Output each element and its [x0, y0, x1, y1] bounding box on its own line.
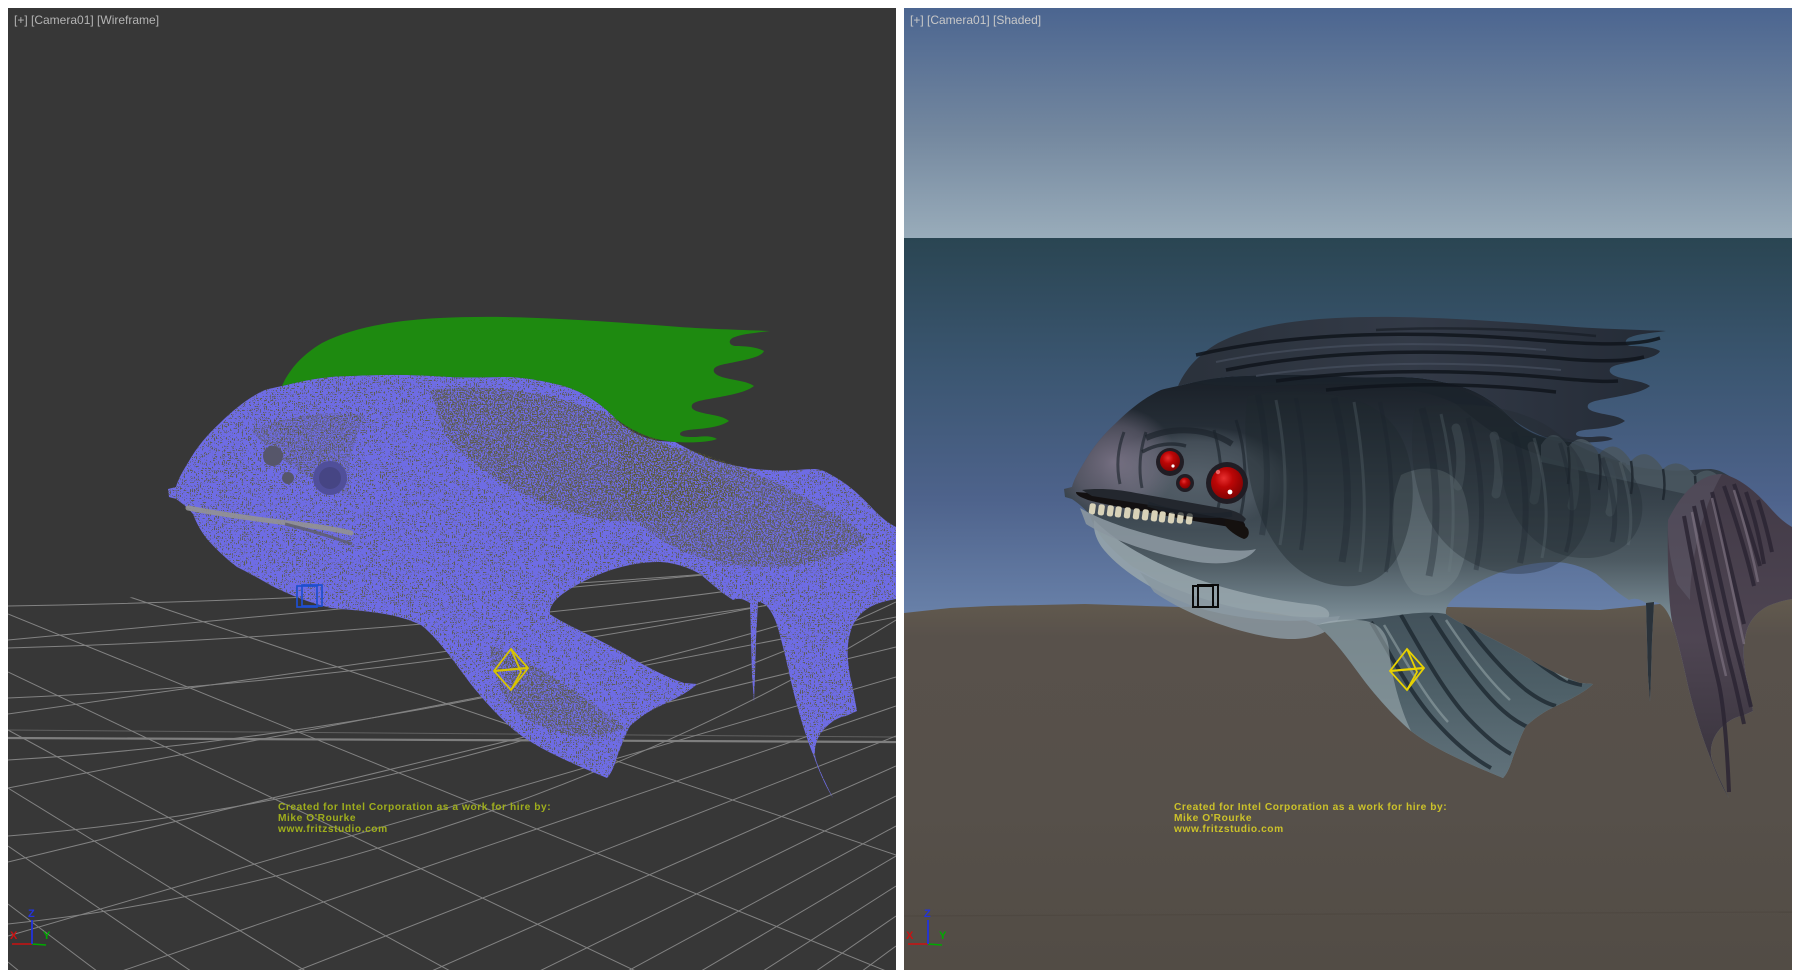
svg-text:[+] [Camera01] [Wireframe]: [+] [Camera01] [Wireframe] [14, 13, 159, 27]
svg-text:Created for Intel Corporation: Created for Intel Corporation as a work … [278, 802, 551, 813]
svg-text:Mike O'Rourke: Mike O'Rourke [278, 813, 356, 824]
svg-text:Y: Y [939, 930, 947, 942]
svg-text:Created for Intel Corporation: Created for Intel Corporation as a work … [1174, 802, 1447, 813]
svg-text:Z: Z [28, 908, 35, 920]
svg-text:X: X [906, 930, 914, 942]
svg-text:X: X [10, 930, 18, 942]
svg-text:[+] [Camera01] [Shaded]: [+] [Camera01] [Shaded] [910, 13, 1041, 27]
svg-text:www.fritzstudio.com: www.fritzstudio.com [1173, 824, 1284, 835]
svg-text:www.fritzstudio.com: www.fritzstudio.com [277, 824, 388, 835]
svg-text:Y: Y [43, 930, 51, 942]
svg-text:Z: Z [924, 908, 931, 920]
svg-text:Mike O'Rourke: Mike O'Rourke [1174, 813, 1252, 824]
